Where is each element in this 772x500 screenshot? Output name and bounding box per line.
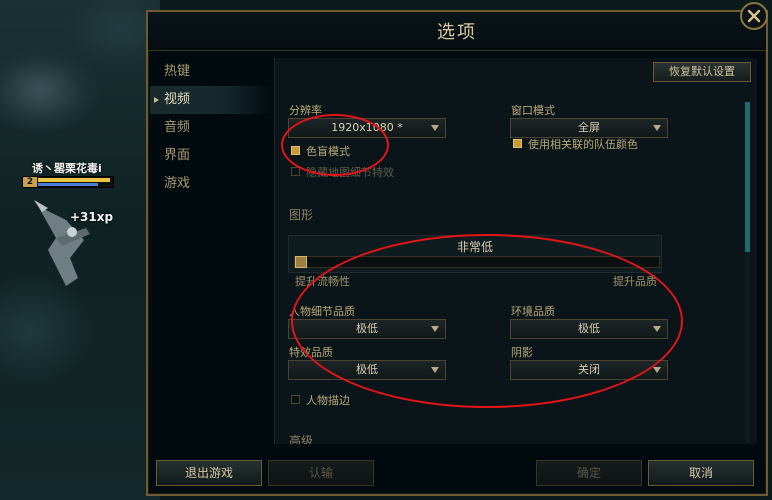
team-colors-label: 使用相关联的队伍颜色 bbox=[528, 138, 638, 151]
slider-max-label: 提升品质 bbox=[613, 275, 657, 288]
hide-eyecandy-checkbox[interactable] bbox=[291, 167, 300, 176]
effects-quality-value: 极低 bbox=[356, 363, 378, 376]
slider-min-label: 提升流畅性 bbox=[295, 275, 350, 288]
close-button[interactable] bbox=[740, 2, 768, 30]
chevron-down-icon bbox=[653, 326, 661, 332]
graphics-quality-value: 非常低 bbox=[456, 240, 493, 254]
sidebar-item-game[interactable]: 游戏 bbox=[150, 170, 274, 198]
window-mode-label: 窗口模式 bbox=[511, 104, 555, 117]
shadows-select[interactable]: 关闭 bbox=[510, 360, 668, 380]
ok-button[interactable]: 确定 bbox=[536, 460, 642, 486]
champion-mana-fill bbox=[38, 183, 98, 186]
window-mode-value: 全屏 bbox=[578, 121, 600, 134]
surrender-button[interactable]: 认输 bbox=[268, 460, 374, 486]
sidebar-item-video[interactable]: 视频 bbox=[150, 86, 274, 114]
environment-quality-value: 极低 bbox=[578, 322, 600, 335]
sidebar-item-interface[interactable]: 界面 bbox=[150, 142, 274, 170]
resolution-select[interactable]: 1920x1080 * bbox=[288, 118, 446, 138]
advanced-section-title: 高级 bbox=[289, 434, 314, 444]
scrollbar-thumb[interactable] bbox=[745, 102, 750, 252]
champion-figure bbox=[34, 200, 90, 286]
chevron-down-icon bbox=[431, 367, 439, 373]
champion-health-fill bbox=[38, 178, 110, 182]
resolution-value: 1920x1080 * bbox=[331, 121, 403, 134]
character-quality-label: 人物细节品质 bbox=[289, 305, 355, 318]
chevron-down-icon bbox=[653, 367, 661, 373]
character-inking-checkbox[interactable] bbox=[291, 395, 300, 404]
colorblind-label: 色盲模式 bbox=[306, 145, 350, 158]
character-inking-label: 人物描边 bbox=[306, 394, 350, 407]
resolution-label: 分辨率 bbox=[289, 104, 322, 117]
close-icon bbox=[747, 9, 761, 23]
environment-quality-label: 环境品质 bbox=[511, 305, 555, 318]
cancel-button[interactable]: 取消 bbox=[648, 460, 754, 486]
sidebar-item-audio[interactable]: 音频 bbox=[150, 114, 274, 142]
options-dialog: 选项 热键 视频 音频 界面 游戏 恢复默认设置 分辨率 1920x1080 *… bbox=[146, 10, 768, 496]
hide-eyecandy-label: 隐藏地图细节特效 bbox=[306, 166, 394, 179]
effects-quality-select[interactable]: 极低 bbox=[288, 360, 446, 380]
colorblind-checkbox[interactable] bbox=[291, 146, 300, 155]
graphics-section-title: 图形 bbox=[289, 208, 314, 222]
character-quality-value: 极低 bbox=[356, 322, 378, 335]
sidebar-item-hotkeys[interactable]: 热键 bbox=[150, 58, 274, 86]
shadows-label: 阴影 bbox=[511, 346, 533, 359]
restore-defaults-button[interactable]: 恢复默认设置 bbox=[653, 62, 751, 82]
game-world-background: 诱丶罂栗花毒i 2 +31xp bbox=[0, 0, 160, 500]
environment-quality-select[interactable]: 极低 bbox=[510, 319, 668, 339]
video-settings-panel: 恢复默认设置 分辨率 1920x1080 * 窗口模式 全屏 色盲模式 使用相关… bbox=[274, 58, 757, 444]
dialog-title: 选项 bbox=[437, 22, 477, 43]
champion-health-bar: 2 bbox=[22, 176, 114, 188]
shadows-value: 关闭 bbox=[578, 363, 600, 376]
graphics-quality-slider[interactable] bbox=[294, 256, 660, 268]
dialog-title-bar: 选项 bbox=[148, 12, 766, 51]
team-colors-checkbox[interactable] bbox=[513, 139, 522, 148]
graphics-quality-slider-box: 非常低 bbox=[288, 235, 662, 273]
champion-name: 诱丶罂栗花毒i bbox=[32, 162, 102, 175]
chevron-down-icon bbox=[431, 326, 439, 332]
chevron-down-icon bbox=[653, 125, 661, 131]
chevron-down-icon bbox=[431, 125, 439, 131]
window-mode-select[interactable]: 全屏 bbox=[510, 118, 668, 138]
slider-handle[interactable] bbox=[295, 256, 307, 268]
champion-level: 2 bbox=[23, 177, 37, 187]
character-quality-select[interactable]: 极低 bbox=[288, 319, 446, 339]
scrollbar[interactable] bbox=[745, 102, 750, 442]
effects-quality-label: 特效品质 bbox=[289, 346, 333, 359]
options-sidebar: 热键 视频 音频 界面 游戏 bbox=[150, 58, 274, 198]
exit-game-button[interactable]: 退出游戏 bbox=[156, 460, 262, 486]
